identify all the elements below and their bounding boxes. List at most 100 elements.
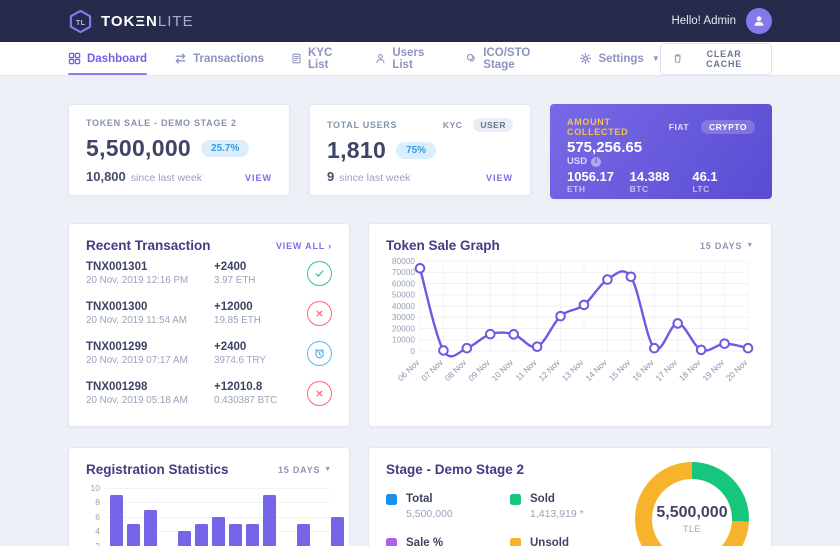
nav-item-settings[interactable]: Settings ▼ xyxy=(579,42,659,75)
transaction-row[interactable]: TNX00129920 Nov, 2019 07:17 AM+24003974.… xyxy=(86,333,332,373)
transaction-row[interactable]: TNX00130020 Nov, 2019 11:54 AM+1200019.8… xyxy=(86,293,332,333)
legend-label: Total xyxy=(406,493,453,505)
brand-logo[interactable]: TL TOKΞNLITE xyxy=(68,9,194,34)
fiat-crypto-toggle: FIAT CRYPTO xyxy=(661,120,755,134)
transaction-id: TNX001300 xyxy=(86,301,214,313)
y-axis-label: 4 xyxy=(86,526,100,536)
nav-item-label: Users List xyxy=(392,47,439,71)
svg-text:14 Nov: 14 Nov xyxy=(583,357,609,383)
transactions-list: TNX00130120 Nov, 2019 12:16 PM+24003.97 … xyxy=(86,253,332,413)
transaction-amount: +2400 xyxy=(214,261,302,273)
amount: 1056.17 xyxy=(567,169,630,184)
bar[interactable] xyxy=(195,524,208,546)
nav-item-transactions[interactable]: Transactions xyxy=(174,42,264,75)
nav-item-label: Dashboard xyxy=(87,53,147,65)
transaction-equivalent: 3.97 ETH xyxy=(214,275,302,286)
token-sale-view-link[interactable]: VIEW xyxy=(245,173,272,183)
graph-range-dropdown[interactable]: 15 DAYS▼ xyxy=(700,241,754,251)
grid-icon xyxy=(68,52,81,65)
token-sale-delta: 10,800 xyxy=(86,169,126,184)
chevron-down-icon: ▼ xyxy=(746,242,754,249)
token-sale-value: 5,500,000 xyxy=(86,135,191,162)
total-users-delta: 9 xyxy=(327,169,334,184)
greeting-text: Hello! Admin xyxy=(671,15,736,27)
users-kyc-toggle: KYC USER xyxy=(436,118,513,132)
nav-item-dashboard[interactable]: Dashboard xyxy=(68,42,147,75)
svg-text:10 Nov: 10 Nov xyxy=(489,357,515,383)
view-all-link[interactable]: VIEW ALL › xyxy=(276,241,332,251)
nav-item-label: ICO/STO Stage xyxy=(483,47,552,71)
svg-text:40000: 40000 xyxy=(392,301,415,311)
svg-text:18 Nov: 18 Nov xyxy=(677,357,703,383)
token-sale-title: TOKEN SALE - DEMO STAGE 2 xyxy=(86,118,237,128)
legend-label: Sale % xyxy=(406,537,460,546)
registration-range-dropdown[interactable]: 15 DAYS▼ xyxy=(278,465,332,475)
status-canceled-icon[interactable] xyxy=(307,301,332,326)
info-icon[interactable]: i xyxy=(591,157,601,167)
bar[interactable] xyxy=(212,517,225,546)
bar[interactable] xyxy=(297,524,310,546)
svg-text:09 Nov: 09 Nov xyxy=(466,357,492,383)
bar[interactable] xyxy=(246,524,259,546)
bar[interactable] xyxy=(127,524,140,546)
top-header: TL TOKΞNLITE Hello! Admin xyxy=(0,0,840,42)
bar[interactable] xyxy=(229,524,242,546)
nav-item-label: Settings xyxy=(598,53,643,65)
total-users-view-link[interactable]: VIEW xyxy=(486,173,513,183)
transaction-date: 20 Nov, 2019 12:16 PM xyxy=(86,275,214,286)
status-approved-icon[interactable] xyxy=(307,261,332,286)
svg-text:60000: 60000 xyxy=(392,278,415,288)
swap-icon xyxy=(174,52,187,65)
tab-fiat[interactable]: FIAT xyxy=(661,120,697,134)
nav-item-ico-sto-stage[interactable]: ICO/STO Stage xyxy=(466,42,552,75)
bar[interactable] xyxy=(110,495,123,546)
amount-collected-value: 575,256.65 xyxy=(567,139,755,156)
transaction-row[interactable]: TNX00130120 Nov, 2019 12:16 PM+24003.97 … xyxy=(86,253,332,293)
svg-text:50000: 50000 xyxy=(392,290,415,300)
svg-text:70000: 70000 xyxy=(392,267,415,277)
transaction-row[interactable]: TNX00129820 Nov, 2019 05:18 AM+12010.80.… xyxy=(86,373,332,413)
svg-text:80000: 80000 xyxy=(392,256,415,266)
y-axis-label: 2 xyxy=(86,541,100,546)
avatar[interactable] xyxy=(746,8,772,34)
collected-ltc: 46.1LTC xyxy=(692,169,755,194)
legend-swatch xyxy=(386,494,397,505)
transaction-id: TNX001299 xyxy=(86,341,214,353)
bar[interactable] xyxy=(331,517,344,546)
svg-text:11 Nov: 11 Nov xyxy=(513,357,539,383)
tab-kyc[interactable]: KYC xyxy=(436,118,469,132)
legend-label: Sold xyxy=(530,493,584,505)
transaction-equivalent: 19.85 ETH xyxy=(214,315,302,326)
token-sale-line-chart: 0100002000030000400005000060000700008000… xyxy=(386,253,754,404)
legend-item-unsold: Unsold4,086,082 xyxy=(510,537,634,546)
svg-text:TL: TL xyxy=(76,17,86,26)
svg-text:12 Nov: 12 Nov xyxy=(536,357,562,383)
bar[interactable] xyxy=(263,495,276,546)
transaction-amount: +12010.8 xyxy=(214,381,302,393)
token-sale-graph-card: Token Sale Graph 15 DAYS▼ 01000020000300… xyxy=(368,223,772,427)
svg-text:16 Nov: 16 Nov xyxy=(630,357,656,383)
transaction-id: TNX001298 xyxy=(86,381,214,393)
svg-text:20 Nov: 20 Nov xyxy=(724,357,750,383)
tab-user[interactable]: USER xyxy=(473,118,513,132)
trash-icon xyxy=(673,53,682,64)
status-canceled-icon[interactable] xyxy=(307,381,332,406)
y-axis-label: 6 xyxy=(86,512,100,522)
svg-text:15 Nov: 15 Nov xyxy=(607,357,633,383)
line-chart-svg: 0100002000030000400005000060000700008000… xyxy=(386,253,756,399)
donut-center-value: 5,500,000 xyxy=(656,504,727,522)
nav-item-users-list[interactable]: Users List xyxy=(375,42,439,75)
chevron-down-icon: ▼ xyxy=(652,54,660,63)
transaction-date: 20 Nov, 2019 11:54 AM xyxy=(86,315,214,326)
legend-item-sale-: Sale %25.7% Sold xyxy=(386,537,510,546)
legend-swatch xyxy=(386,538,397,546)
clear-cache-button[interactable]: CLEAR CACHE xyxy=(660,43,772,75)
bar[interactable] xyxy=(144,510,157,546)
tab-crypto[interactable]: CRYPTO xyxy=(701,120,755,134)
total-users-title: TOTAL USERS xyxy=(327,120,397,130)
status-pending-icon[interactable] xyxy=(307,341,332,366)
total-users-caption: since last week xyxy=(339,172,410,184)
bar[interactable] xyxy=(178,531,191,546)
nav-item-kyc-list[interactable]: KYC List xyxy=(291,42,348,75)
total-users-value: 1,810 xyxy=(327,137,386,164)
